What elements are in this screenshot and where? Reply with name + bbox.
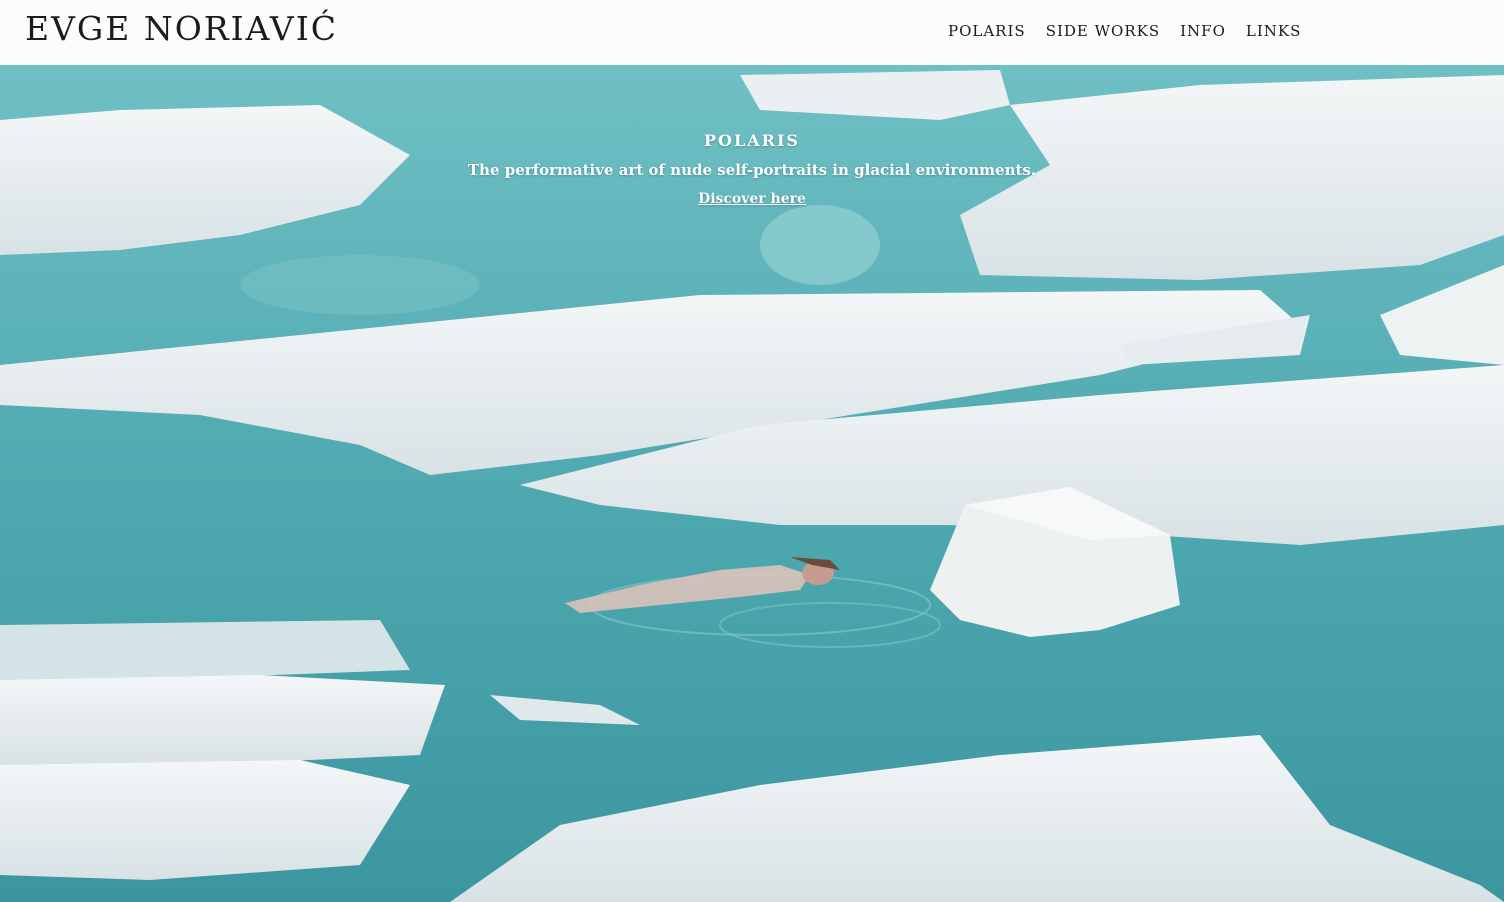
hero-section: POLARIS The performative art of nude sel… — [0, 65, 1504, 902]
ice-floe — [0, 760, 410, 880]
discover-link[interactable]: Discover here — [698, 191, 806, 207]
hero-title: POLARIS — [704, 131, 800, 150]
site-header: EVGE NORIAVIĆ POLARIS SIDE WORKS INFO LI… — [0, 0, 1504, 65]
ice-floe — [0, 675, 445, 765]
nav-item-polaris[interactable]: POLARIS — [948, 22, 1026, 40]
nav-item-side-works[interactable]: SIDE WORKS — [1046, 22, 1160, 40]
hero-link-wrapper: Discover here — [0, 191, 1504, 207]
site-title[interactable]: EVGE NORIAVIĆ — [25, 9, 338, 48]
nav-item-links[interactable]: LINKS — [1246, 22, 1302, 40]
hero-subtitle: The performative art of nude self-portra… — [467, 161, 1037, 179]
main-nav: POLARIS SIDE WORKS INFO LINKS — [948, 22, 1321, 40]
nav-item-info[interactable]: INFO — [1180, 22, 1226, 40]
